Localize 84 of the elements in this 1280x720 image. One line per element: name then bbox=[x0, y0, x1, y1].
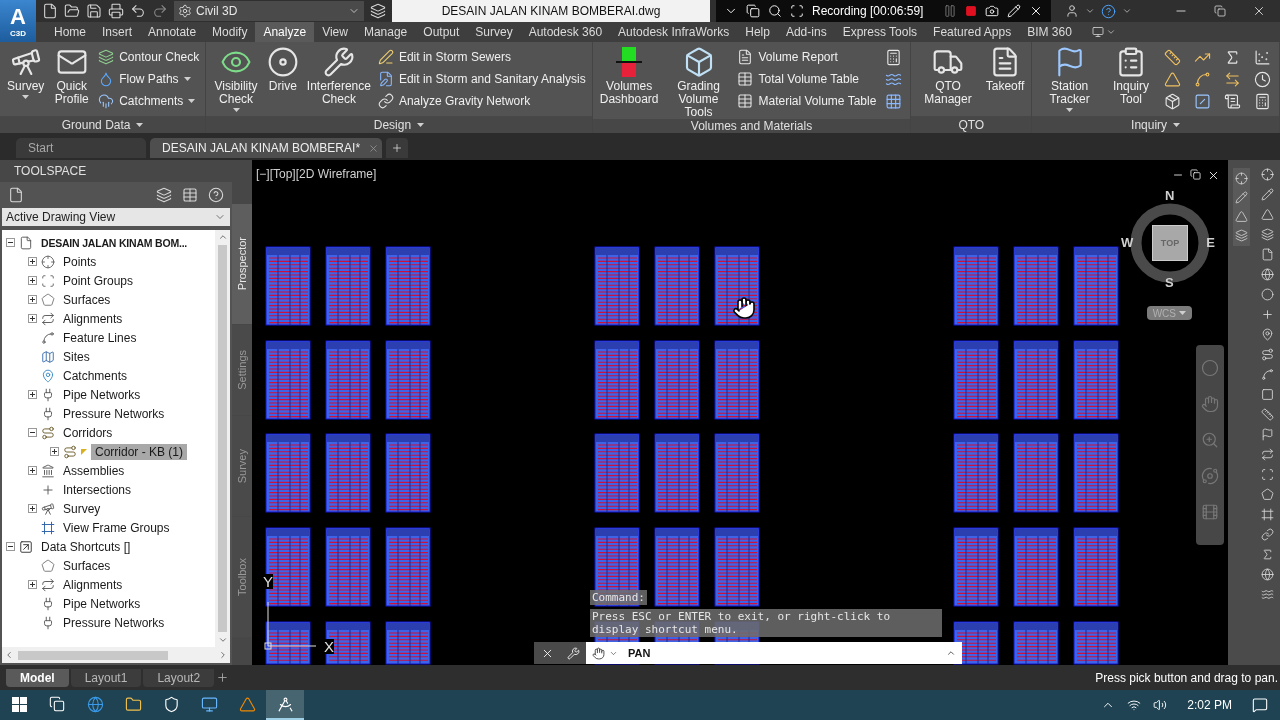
ribbon-tab[interactable]: BIM 360 bbox=[1019, 22, 1080, 42]
panel-title: Ground Data bbox=[61, 117, 131, 132]
ribbon-tab[interactable]: Output bbox=[415, 22, 468, 42]
ribbon-button[interactable]: Material Volume Table bbox=[737, 90, 877, 112]
panel-title: TOOLSPACE bbox=[0, 160, 232, 182]
tree-item[interactable]: Assemblies bbox=[59, 462, 129, 479]
tree-item[interactable]: Point Groups bbox=[59, 272, 138, 289]
recording-timer: Recording [00:06:59] bbox=[812, 4, 924, 18]
x-axis-label: X bbox=[324, 639, 334, 654]
ribbon-button[interactable]: Analyze Gravity Network bbox=[377, 90, 586, 112]
tree-item[interactable]: Alignments bbox=[59, 576, 127, 593]
ribbon-button[interactable]: Quick Profile bbox=[51, 46, 93, 106]
ribbon-tab[interactable]: Featured Apps bbox=[925, 22, 1020, 42]
view-dropdown[interactable]: Active Drawing View bbox=[2, 208, 230, 226]
ribbon-tab[interactable]: Autodesk InfraWorks bbox=[610, 22, 738, 42]
ribbon-tab[interactable]: Home bbox=[46, 22, 94, 42]
ribbon-button[interactable]: Flow Paths bbox=[98, 68, 200, 90]
ribbon-button[interactable]: Edit in Storm and Sanitary Analysis bbox=[377, 68, 586, 90]
ribbon-button[interactable]: Total Volume Table bbox=[737, 68, 877, 90]
compass-west[interactable]: W bbox=[1121, 235, 1134, 250]
ribbon-button[interactable]: Inquiry Tool bbox=[1106, 46, 1155, 106]
tree-item[interactable]: Corridor - KB (1) bbox=[91, 443, 187, 460]
layout-tab[interactable]: Layout1 bbox=[70, 668, 142, 687]
tree-item[interactable]: Pressure Networks bbox=[59, 405, 169, 422]
clock[interactable]: 2:02 PM bbox=[1187, 698, 1232, 712]
compass-east[interactable]: E bbox=[1206, 235, 1215, 250]
tree-item[interactable]: Points bbox=[59, 253, 101, 270]
ribbon-button[interactable]: Survey bbox=[6, 46, 46, 99]
y-axis-label: Y bbox=[263, 574, 273, 589]
tree-item[interactable]: Feature Lines bbox=[59, 329, 141, 346]
status-message: Press pick button and drag to pan. bbox=[1095, 670, 1279, 685]
ribbon-button[interactable]: Visibility Check bbox=[212, 46, 260, 112]
compass-south[interactable]: S bbox=[1165, 275, 1174, 290]
ribbon-tab[interactable]: Manage bbox=[355, 22, 416, 42]
tree-item[interactable]: Sites bbox=[59, 348, 94, 365]
ribbon-button[interactable]: Station Tracker bbox=[1038, 46, 1101, 112]
layout-tab[interactable]: Model bbox=[6, 668, 69, 687]
ribbon-button[interactable]: Grading Volume Tools bbox=[665, 46, 732, 119]
tree-item[interactable]: Surfaces bbox=[59, 291, 115, 308]
workspace-dropdown[interactable]: Civil 3D bbox=[174, 1, 364, 21]
ribbon-tab[interactable]: Modify bbox=[204, 22, 256, 42]
tree-item[interactable]: Surfaces bbox=[59, 557, 115, 574]
compass-north[interactable]: N bbox=[1165, 188, 1175, 203]
app-logo[interactable]: A C3D bbox=[0, 0, 36, 42]
tree-item[interactable]: Data Shortcuts [] bbox=[37, 538, 135, 555]
document-tab[interactable]: DESAIN JALAN KINAM BOMBERAI* bbox=[150, 138, 382, 158]
ribbon-button[interactable]: Volumes Dashboard bbox=[598, 46, 660, 106]
ribbon-tab[interactable]: Add-ins bbox=[777, 22, 835, 42]
command-input[interactable]: PAN bbox=[586, 642, 962, 664]
ribbon-button[interactable]: Catchments bbox=[98, 90, 200, 112]
ribbon-tab[interactable]: View bbox=[314, 22, 356, 42]
tree-item[interactable]: Catchments bbox=[59, 367, 132, 384]
tree-item[interactable]: Alignments bbox=[59, 310, 127, 327]
panel-title: Design bbox=[373, 117, 412, 132]
document-tab[interactable]: Start bbox=[16, 138, 146, 158]
tree-item[interactable]: Pipe Networks bbox=[59, 595, 145, 612]
ribbon-tab[interactable]: Analyze bbox=[255, 22, 315, 42]
ribbon-button[interactable]: Takeoff bbox=[984, 46, 1026, 93]
ribbon-tab[interactable]: Annotate bbox=[140, 22, 205, 42]
panel-title: Volumes and Materials bbox=[690, 119, 813, 133]
tree-item[interactable]: View Frame Groups bbox=[59, 519, 174, 536]
ribbon-button[interactable]: Contour Check bbox=[98, 46, 200, 68]
ribbon-button[interactable]: QTO Manager bbox=[917, 46, 979, 106]
tree-item[interactable]: Survey bbox=[59, 500, 105, 517]
window-title: DESAIN JALAN KINAM BOMBERAI.dwg bbox=[392, 0, 710, 22]
ribbon-tab[interactable]: Insert bbox=[94, 22, 141, 42]
ribbon-tab[interactable]: Autodesk 360 bbox=[520, 22, 611, 42]
tree-item[interactable]: Intersections bbox=[59, 481, 136, 498]
ribbon-button[interactable]: Drive bbox=[265, 46, 300, 93]
tree-item[interactable]: Pressure Networks bbox=[59, 614, 169, 631]
ribbon-button[interactable]: Interference Check bbox=[305, 46, 372, 106]
ribbon-tab[interactable]: Help bbox=[737, 22, 778, 42]
tree-item[interactable]: Corridors bbox=[59, 424, 117, 441]
tree-item[interactable]: Pipe Networks bbox=[59, 386, 145, 403]
ribbon-button[interactable]: Volume Report bbox=[737, 46, 877, 68]
tree-item[interactable]: DESAIN JALAN KINAM BOM... bbox=[37, 235, 192, 250]
layout-tab[interactable]: Layout2 bbox=[143, 668, 215, 687]
ribbon-tab[interactable]: Survey bbox=[467, 22, 521, 42]
panel-title: QTO bbox=[958, 117, 985, 132]
viewport-label[interactable]: [−][Top][2D Wireframe] bbox=[256, 167, 377, 181]
side-tab[interactable]: Prospector bbox=[232, 204, 252, 324]
ribbon-tab[interactable]: Express Tools bbox=[834, 22, 926, 42]
ribbon-button[interactable]: Edit in Storm Sewers bbox=[377, 46, 586, 68]
panel-title: Inquiry bbox=[1131, 117, 1168, 132]
